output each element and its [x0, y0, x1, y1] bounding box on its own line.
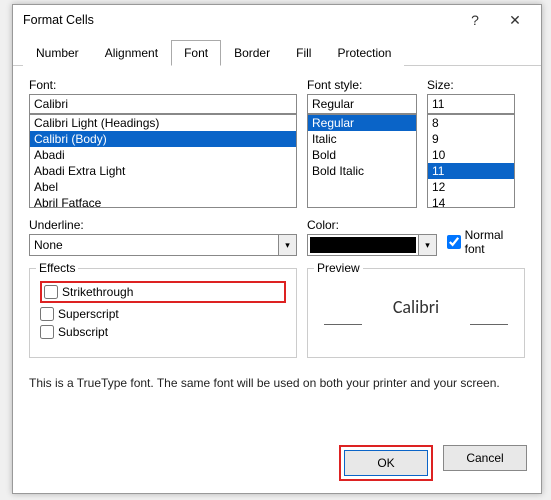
tab-border[interactable]: Border	[221, 40, 283, 66]
size-label: Size:	[427, 78, 515, 92]
format-cells-dialog: Format Cells ? ✕ Number Alignment Font B…	[12, 4, 542, 494]
preview-sample: Calibri	[318, 281, 514, 333]
font-label: Font:	[29, 78, 297, 92]
underline-combo[interactable]: ▾	[29, 234, 297, 256]
effects-group: Effects Strikethrough Superscript	[29, 268, 297, 358]
list-item[interactable]: Italic	[308, 131, 416, 147]
size-listbox[interactable]: 8 9 10 11 12 14	[427, 114, 515, 208]
list-item[interactable]: Abril Fatface	[30, 195, 296, 208]
font-description: This is a TrueType font. The same font w…	[29, 376, 525, 390]
dialog-buttons: OK Cancel	[13, 435, 541, 493]
strikethrough-check[interactable]	[44, 285, 58, 299]
dialog-title: Format Cells	[23, 13, 455, 27]
color-combo[interactable]: ▾	[307, 234, 437, 256]
list-item[interactable]: Calibri Light (Headings)	[30, 115, 296, 131]
list-item[interactable]: Bold Italic	[308, 163, 416, 179]
tab-protection[interactable]: Protection	[324, 40, 404, 66]
chevron-down-icon[interactable]: ▾	[279, 234, 297, 256]
tab-font[interactable]: Font	[171, 40, 221, 66]
tab-alignment[interactable]: Alignment	[92, 40, 171, 66]
list-item[interactable]: 10	[428, 147, 514, 163]
normal-font-label: Normal font	[465, 228, 525, 256]
strikethrough-highlight: Strikethrough	[40, 281, 286, 303]
list-item[interactable]: 9	[428, 131, 514, 147]
normal-font-checkbox[interactable]: Normal font	[447, 228, 525, 256]
superscript-check[interactable]	[40, 307, 54, 321]
list-item[interactable]: 11	[428, 163, 514, 179]
list-item[interactable]: 14	[428, 195, 514, 208]
color-swatch[interactable]	[307, 234, 419, 256]
list-item[interactable]: Regular	[308, 115, 416, 131]
tab-bar: Number Alignment Font Border Fill Protec…	[13, 35, 541, 66]
font-input[interactable]	[29, 94, 297, 114]
superscript-checkbox[interactable]: Superscript	[40, 307, 286, 321]
normal-font-check[interactable]	[447, 235, 461, 249]
subscript-checkbox[interactable]: Subscript	[40, 325, 286, 339]
list-item[interactable]: Calibri (Body)	[30, 131, 296, 147]
list-item[interactable]: Bold	[308, 147, 416, 163]
ok-button[interactable]: OK	[344, 450, 428, 476]
list-item[interactable]: Abadi Extra Light	[30, 163, 296, 179]
subscript-check[interactable]	[40, 325, 54, 339]
tab-number[interactable]: Number	[23, 40, 92, 66]
superscript-label: Superscript	[58, 307, 119, 321]
list-item[interactable]: 12	[428, 179, 514, 195]
font-style-label: Font style:	[307, 78, 417, 92]
preview-legend: Preview	[314, 261, 363, 275]
list-item[interactable]: Abel	[30, 179, 296, 195]
list-item[interactable]: Abadi	[30, 147, 296, 163]
strikethrough-checkbox[interactable]: Strikethrough	[44, 285, 133, 299]
titlebar: Format Cells ? ✕	[13, 5, 541, 35]
tab-content: Font: Calibri Light (Headings) Calibri (…	[13, 66, 541, 435]
strikethrough-label: Strikethrough	[62, 285, 133, 299]
font-style-listbox[interactable]: Regular Italic Bold Bold Italic	[307, 114, 417, 208]
ok-highlight: OK	[339, 445, 433, 481]
underline-label: Underline:	[29, 218, 297, 232]
tab-fill[interactable]: Fill	[283, 40, 324, 66]
underline-input[interactable]	[29, 234, 279, 256]
list-item[interactable]: 8	[428, 115, 514, 131]
cancel-button[interactable]: Cancel	[443, 445, 527, 471]
chevron-down-icon[interactable]: ▾	[419, 234, 437, 256]
color-label: Color:	[307, 218, 437, 232]
font-style-input[interactable]	[307, 94, 417, 114]
size-input[interactable]	[427, 94, 515, 114]
font-listbox[interactable]: Calibri Light (Headings) Calibri (Body) …	[29, 114, 297, 208]
effects-legend: Effects	[36, 261, 78, 275]
subscript-label: Subscript	[58, 325, 108, 339]
close-icon[interactable]: ✕	[495, 8, 535, 33]
help-icon[interactable]: ?	[455, 8, 495, 32]
preview-group: Preview Calibri	[307, 268, 525, 358]
